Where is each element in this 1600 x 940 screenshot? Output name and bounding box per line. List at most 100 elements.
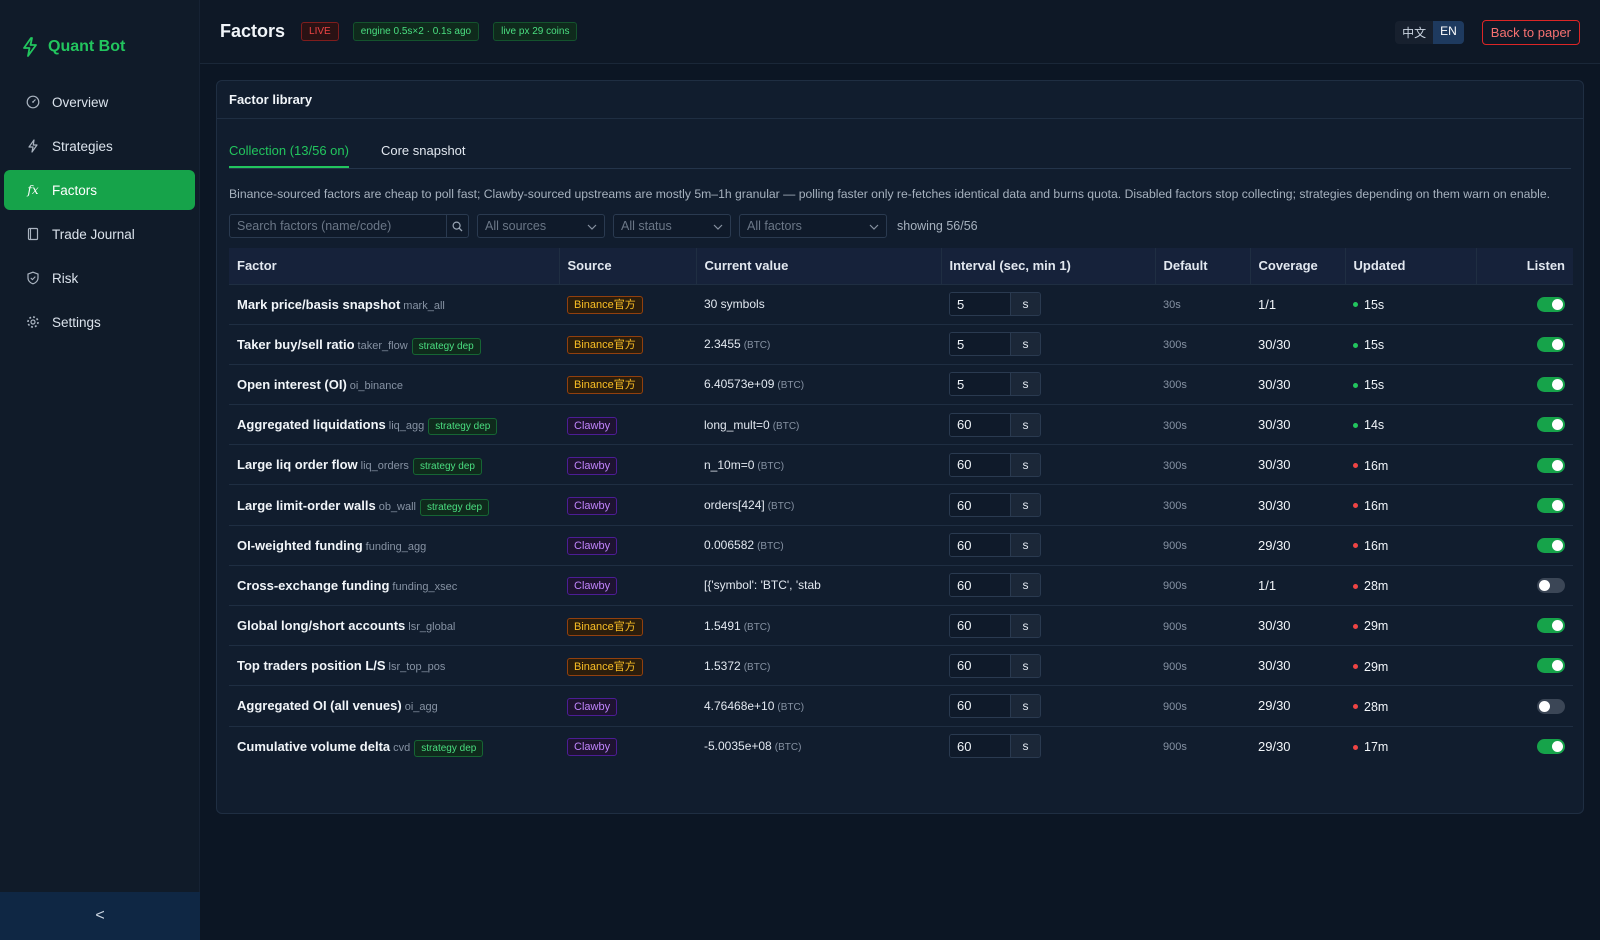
interval-input[interactable]: [950, 373, 1010, 396]
current-value: [{'symbol': 'BTC', 'stab: [704, 578, 821, 593]
column-header-listen[interactable]: Listen: [1475, 248, 1573, 284]
listen-toggle[interactable]: [1537, 497, 1565, 513]
listen-toggle[interactable]: [1537, 417, 1565, 433]
updated-value: 28m: [1353, 579, 1388, 593]
listen-toggle[interactable]: [1537, 296, 1565, 312]
factor-name: Global long/short accounts: [237, 618, 406, 634]
table-row: Cumulative volume delta cvd strategy dep Cl…: [229, 725, 1573, 767]
tab-collection[interactable]: Collection (13/56 on): [229, 135, 349, 168]
value-unit: (BTC): [777, 380, 805, 392]
interval-input[interactable]: [950, 413, 1010, 436]
sidebar-item-factors[interactable]: fx Factors: [4, 170, 195, 210]
status-dot-icon: [1353, 623, 1358, 629]
lang-zh-button[interactable]: 中文: [1395, 21, 1433, 44]
interval-unit-label: s: [1010, 735, 1040, 758]
tab-bar: Collection (13/56 on) Core snapshot: [229, 135, 1571, 169]
factor-library-panel: Factor library Collection (13/56 on) Cor…: [216, 80, 1584, 814]
interval-cell: s: [941, 404, 1155, 445]
sidebar-item-trade-journal[interactable]: Trade Journal: [4, 214, 195, 254]
column-header-updated[interactable]: Updated: [1344, 248, 1476, 284]
column-header-coverage[interactable]: Coverage: [1249, 248, 1345, 284]
column-header-source[interactable]: Source: [558, 248, 696, 284]
coverage-cell: 30/30: [1250, 604, 1345, 646]
listen-toggle[interactable]: [1537, 618, 1565, 634]
source-cell: Clawby: [559, 725, 696, 767]
interval-input[interactable]: [950, 494, 1010, 517]
sidebar-item-settings[interactable]: Settings: [4, 302, 195, 342]
listen-cell: [1476, 363, 1573, 405]
default-cell: 300s: [1155, 484, 1250, 526]
table-row: Large limit-order walls ob_wall strategy d…: [229, 484, 1573, 526]
column-header-current-value[interactable]: Current value: [695, 248, 941, 284]
table-row: Large liq order flow liq_orders strategy d…: [229, 444, 1573, 485]
interval-unit-label: s: [1010, 574, 1040, 597]
panel-description: Binance-sourced factors are cheap to pol…: [229, 187, 1551, 201]
tab-core-snapshot[interactable]: Core snapshot: [381, 135, 466, 168]
brand[interactable]: Quant Bot: [0, 0, 199, 70]
table-row: Global long/short accounts lsr_global Bina…: [229, 604, 1573, 646]
interval-input[interactable]: [950, 333, 1010, 356]
status-dot-icon: [1353, 744, 1358, 750]
default-cell: 900s: [1155, 725, 1250, 767]
factor-filter-select[interactable]: All factors: [739, 214, 887, 238]
value-cell: orders[424] (BTC): [696, 484, 941, 526]
column-header-factor[interactable]: Factor: [229, 248, 559, 284]
interval-cell: s: [941, 323, 1155, 365]
column-header-interval[interactable]: Interval (sec, min 1): [940, 248, 1155, 284]
source-filter-value: All sources: [485, 219, 547, 233]
interval-input[interactable]: [950, 654, 1010, 677]
listen-toggle[interactable]: [1537, 336, 1565, 352]
source-cell: Clawby: [559, 524, 696, 566]
interval-input[interactable]: [950, 534, 1010, 557]
interval-input[interactable]: [950, 293, 1010, 316]
source-cell: Binance官方: [559, 323, 696, 365]
header-actions: 中文 EN Back to paper: [1395, 20, 1580, 45]
column-header-default[interactable]: Default: [1154, 248, 1250, 284]
listen-toggle[interactable]: [1537, 658, 1565, 674]
page-title: Factors: [220, 21, 286, 41]
interval-input[interactable]: [950, 453, 1010, 476]
sidebar-item-overview[interactable]: Overview: [4, 82, 195, 122]
interval-input[interactable]: [950, 614, 1010, 637]
listen-cell: [1476, 323, 1573, 365]
chevron-down-icon: [713, 219, 723, 233]
bolt-icon: [26, 139, 40, 153]
source-filter-select[interactable]: All sources: [477, 214, 605, 238]
listen-toggle[interactable]: [1537, 537, 1565, 553]
source-cell: Clawby: [559, 564, 696, 606]
coverage-value: 1/1: [1258, 577, 1277, 593]
interval-cell: s: [941, 524, 1155, 566]
sidebar-collapse-button[interactable]: <: [0, 892, 200, 940]
listen-toggle[interactable]: [1537, 739, 1565, 755]
source-badge: Clawby: [567, 577, 618, 596]
interval-unit-label: s: [1010, 293, 1040, 316]
live-px-badge: live px 29 coins: [493, 22, 578, 41]
listen-cell: [1476, 604, 1573, 646]
listen-toggle[interactable]: [1537, 457, 1565, 473]
interval-input[interactable]: [950, 735, 1010, 758]
back-to-paper-button[interactable]: Back to paper: [1481, 20, 1580, 45]
value-unit: (BTC): [774, 742, 802, 754]
toggle-knob: [1552, 660, 1563, 672]
current-value: 2.3455: [704, 337, 741, 352]
updated-age: 16m: [1364, 538, 1389, 553]
listen-toggle[interactable]: [1537, 377, 1565, 393]
value-unit: (BTC): [743, 340, 771, 352]
sidebar-item-strategies[interactable]: Strategies: [4, 126, 195, 166]
value-unit: (BTC): [743, 621, 771, 633]
search-icon[interactable]: [446, 215, 468, 237]
search-input[interactable]: [230, 215, 446, 237]
interval-input[interactable]: [950, 694, 1010, 717]
table-row: OI-weighted funding funding_agg Clawby 0.00…: [229, 524, 1573, 566]
source-badge: Binance官方: [567, 296, 643, 315]
status-filter-select[interactable]: All status: [613, 214, 731, 238]
coverage-cell: 1/1: [1250, 283, 1345, 325]
sidebar-item-risk[interactable]: Risk: [4, 258, 195, 298]
default-cell: 300s: [1155, 404, 1250, 445]
sidebar-item-label: Trade Journal: [52, 226, 135, 242]
interval-input[interactable]: [950, 574, 1010, 597]
updated-value: 15s: [1353, 298, 1384, 312]
listen-toggle[interactable]: [1537, 578, 1565, 594]
lang-en-button[interactable]: EN: [1433, 21, 1464, 44]
listen-toggle[interactable]: [1537, 698, 1565, 714]
